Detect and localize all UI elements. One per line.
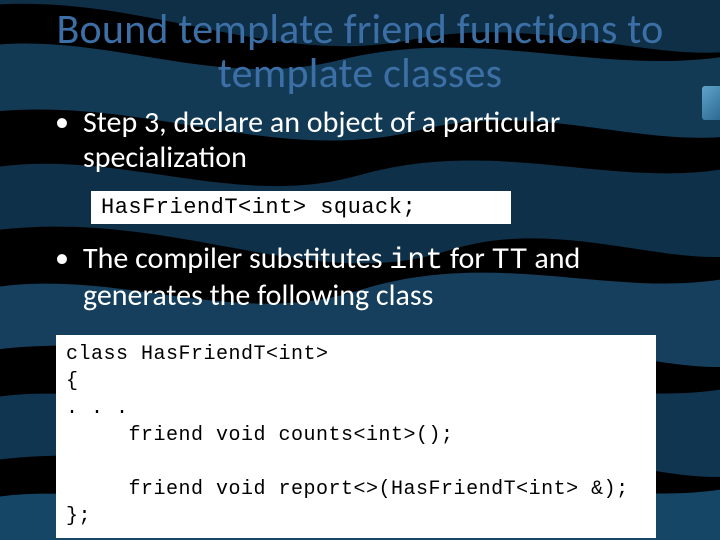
code-inline-snippet: HasFriendT<int> squack; [91,191,511,224]
bullet-list-2: The compiler substitutes int for TT and … [55,242,665,313]
content-area: Bound template friend functions to templ… [0,0,720,313]
bullet-2-text-mid: for [443,240,491,277]
slide-title: Bound template friend functions to templ… [55,8,665,96]
side-tab-decoration [702,86,720,120]
bullet-item-1: Step 3, declare an object of a particula… [55,106,665,175]
code-block-snippet: class HasFriendT<int> { . . . friend voi… [56,335,656,538]
bullet-2-text-pre: The compiler substitutes [83,240,389,277]
bullet-2-code-tt: TT [492,244,528,278]
bullet-list: Step 3, declare an object of a particula… [55,106,665,175]
slide: Bound template friend functions to templ… [0,0,720,540]
bullet-item-2: The compiler substitutes int for TT and … [55,242,665,313]
bullet-1-text: Step 3, declare an object of a particula… [83,104,560,176]
bullet-2-code-int: int [389,244,443,278]
